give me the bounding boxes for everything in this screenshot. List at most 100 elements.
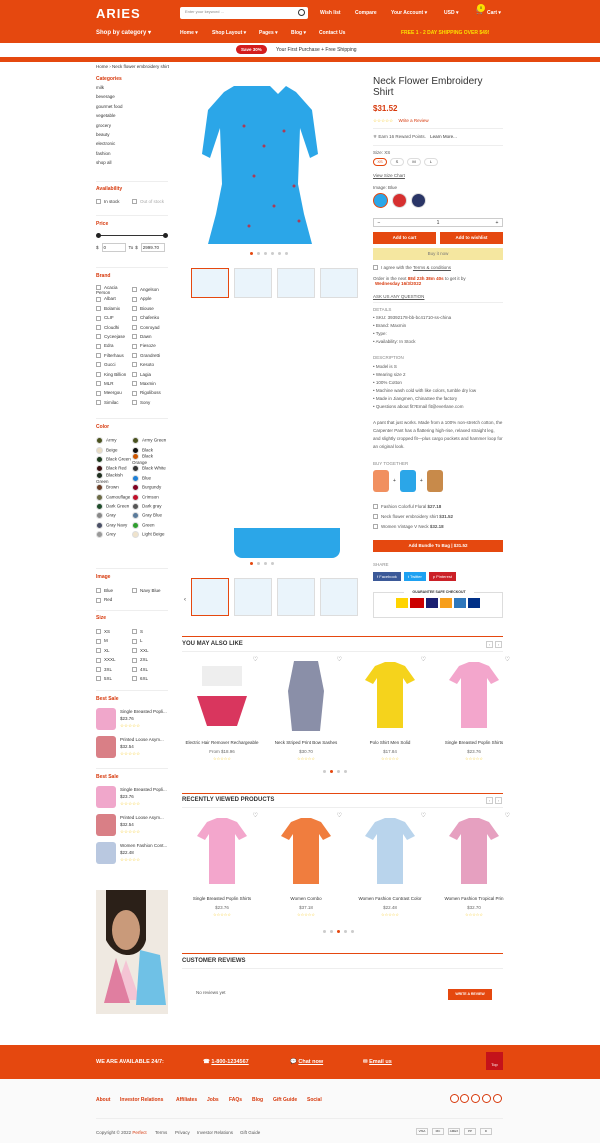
bestsale-name[interactable]: Single Breasted Popli...	[120, 708, 167, 715]
bundle-item[interactable]: Fashion Colorful Floral $27.18	[373, 502, 453, 512]
color-filter[interactable]: Light Beige	[132, 531, 168, 539]
color-filter[interactable]: Black Green	[96, 455, 132, 463]
category-item[interactable]: beverage	[96, 92, 168, 101]
nav-contact[interactable]: Contact Us	[319, 30, 345, 36]
shop-by-category[interactable]: Shop by category ▾	[96, 29, 151, 36]
color-filter[interactable]: Gray Navy	[96, 521, 132, 529]
brand-filter[interactable]: King Billion	[96, 372, 132, 377]
thumbnail-2[interactable]	[234, 268, 272, 298]
back-to-top-button[interactable]: Top	[486, 1052, 503, 1070]
size-filter[interactable]: 5XL	[96, 676, 132, 682]
also-like-next-icon[interactable]: ›	[495, 641, 502, 648]
swatch-blue[interactable]	[373, 193, 388, 208]
color-filter[interactable]: Dark Green	[96, 502, 132, 510]
product-card-image[interactable]	[182, 812, 262, 892]
also-like-dots[interactable]	[323, 770, 347, 773]
swatch-red[interactable]	[392, 193, 407, 208]
cart-link[interactable]: Cart ▾	[487, 10, 501, 16]
thumbnail-4[interactable]	[320, 268, 358, 298]
color-filter[interactable]: Gray Blue	[132, 512, 168, 520]
bestsale-item[interactable]: Single Breasted Popli... $23.76 ☆☆☆☆☆	[96, 786, 168, 808]
price-slider[interactable]	[96, 231, 168, 241]
color-filter[interactable]: Green	[132, 521, 168, 529]
color-filter[interactable]: Dark gray	[132, 502, 168, 510]
brand-filter[interactable]: Meergou	[96, 390, 132, 396]
footer-link[interactable]: Jobs	[207, 1097, 219, 1103]
bestsale-item[interactable]: Single Breasted Popli... $23.76 ☆☆☆☆☆	[96, 708, 168, 730]
size-filter[interactable]: M	[96, 638, 132, 644]
product-main-image[interactable]	[184, 76, 360, 254]
product-card[interactable]: ♡ Single Breasted Poplin Shirts $23.76 ☆☆☆☆…	[182, 812, 262, 917]
chat-link[interactable]: 💬 Chat now	[290, 1059, 323, 1065]
footer-bottom-link[interactable]: Terms	[155, 1130, 167, 1135]
size-filter[interactable]: XL	[96, 648, 132, 654]
color-filter[interactable]: Brown	[96, 484, 132, 492]
bestsale-name[interactable]: Printed Loose Asym...	[120, 814, 164, 821]
color-filter[interactable]: Gray	[96, 512, 132, 520]
image-dots-2[interactable]	[250, 562, 274, 565]
product-card[interactable]: ♡ Single Breasted Poplin Shirts $23.76 ☆☆☆☆…	[434, 656, 514, 761]
category-item[interactable]: shop all	[96, 158, 168, 167]
brand-filter[interactable]: Apple	[132, 296, 168, 302]
add-to-wishlist-button[interactable]: Add to wishlist	[440, 232, 503, 244]
category-item[interactable]: electronic	[96, 139, 168, 148]
product-card-image[interactable]	[182, 656, 262, 736]
product-card-image[interactable]	[266, 812, 346, 892]
bestsale-item[interactable]: Printed Loose Asym... $32.54 ☆☆☆☆☆	[96, 736, 168, 758]
color-filter[interactable]: Blue	[132, 474, 168, 482]
footer-link[interactable]: Gift Guide	[273, 1097, 297, 1103]
price-to-input[interactable]: 2999.70	[140, 243, 165, 252]
image-filter[interactable]: Blue	[96, 588, 132, 594]
product-card[interactable]: ♡ Neck Striped Print Bow Sashes $30.70 ☆☆☆☆…	[266, 656, 346, 761]
bundle-item-1-image[interactable]	[373, 470, 389, 492]
bundle-item[interactable]: Women Vintage V Neck $32.18	[373, 522, 453, 532]
brand-filter[interactable]: CLIF	[96, 315, 132, 321]
category-item[interactable]: grocery	[96, 121, 168, 130]
brand-filter[interactable]: MLR	[96, 381, 132, 387]
product-card-name[interactable]: Single Breasted Poplin Shirts	[434, 740, 514, 745]
brand-filter[interactable]: Chafenko	[132, 315, 168, 321]
brand-filter[interactable]: Biouse	[132, 306, 168, 312]
bestsale-item[interactable]: Women Fashion Cont... $22.48 ☆☆☆☆☆	[96, 842, 168, 864]
thumbnail-b4[interactable]	[320, 578, 358, 616]
category-item[interactable]: milk	[96, 83, 168, 92]
facebook-footer-icon[interactable]	[460, 1094, 469, 1103]
footer-link[interactable]: FAQs	[229, 1097, 242, 1103]
instagram-icon[interactable]	[471, 1094, 480, 1103]
product-card-image[interactable]	[434, 656, 514, 736]
size-filter[interactable]: 4XL	[132, 667, 168, 672]
ask-question-link[interactable]: ASK US ANY QUESTION	[373, 294, 424, 299]
write-review-button[interactable]: WRITE A REVIEW	[448, 989, 492, 1000]
color-filter[interactable]: Blackish Green	[96, 472, 132, 484]
category-item[interactable]: gourmet food	[96, 102, 168, 111]
qty-plus[interactable]: +	[492, 220, 502, 226]
qty-minus[interactable]: −	[374, 220, 384, 226]
brand-filter[interactable]: Cyceejase	[96, 334, 132, 340]
nav-blog[interactable]: Blog ▾	[291, 30, 306, 36]
quantity-stepper[interactable]: −1 +	[373, 218, 503, 227]
size-filter[interactable]: 3XL	[96, 667, 132, 672]
product-card-image[interactable]	[350, 656, 430, 736]
brand-filter[interactable]: Similac	[96, 400, 132, 406]
bundle-item-3-image[interactable]	[426, 470, 443, 492]
brand-filter[interactable]: Acacia Person	[96, 285, 132, 295]
brand-filter[interactable]: Maxmin	[132, 381, 168, 387]
terms-link[interactable]: Terms & conditions	[413, 265, 451, 270]
breadcrumb-home[interactable]: Home	[96, 64, 108, 69]
recent-prev-icon[interactable]: ‹	[486, 797, 493, 804]
search-icon[interactable]	[298, 9, 305, 16]
brand-filter[interactable]: Cloudhi	[96, 325, 132, 330]
brand-filter[interactable]: Sony	[132, 400, 168, 406]
brand-filter[interactable]: Conroyad	[132, 325, 168, 330]
product-card[interactable]: ♡ Women Fashion Tropical Prin $32.70 ☆☆☆☆☆	[434, 812, 514, 917]
image-filter[interactable]: Navy Blue	[132, 588, 168, 594]
footer-link[interactable]: Social	[307, 1097, 322, 1103]
wishlist-heart-icon[interactable]: ♡	[253, 812, 258, 819]
youtube-icon[interactable]	[450, 1094, 459, 1103]
product-image-2[interactable]	[234, 528, 340, 558]
share-facebook-button[interactable]: f Facebook	[373, 572, 401, 581]
product-card[interactable]: ♡ Electric Hair Remover Rechargeable From …	[182, 656, 262, 761]
size-filter[interactable]: XXXL	[96, 657, 132, 663]
footer-bottom-link[interactable]: Investor Relations	[197, 1130, 233, 1135]
nav-home[interactable]: Home ▾	[180, 30, 198, 36]
